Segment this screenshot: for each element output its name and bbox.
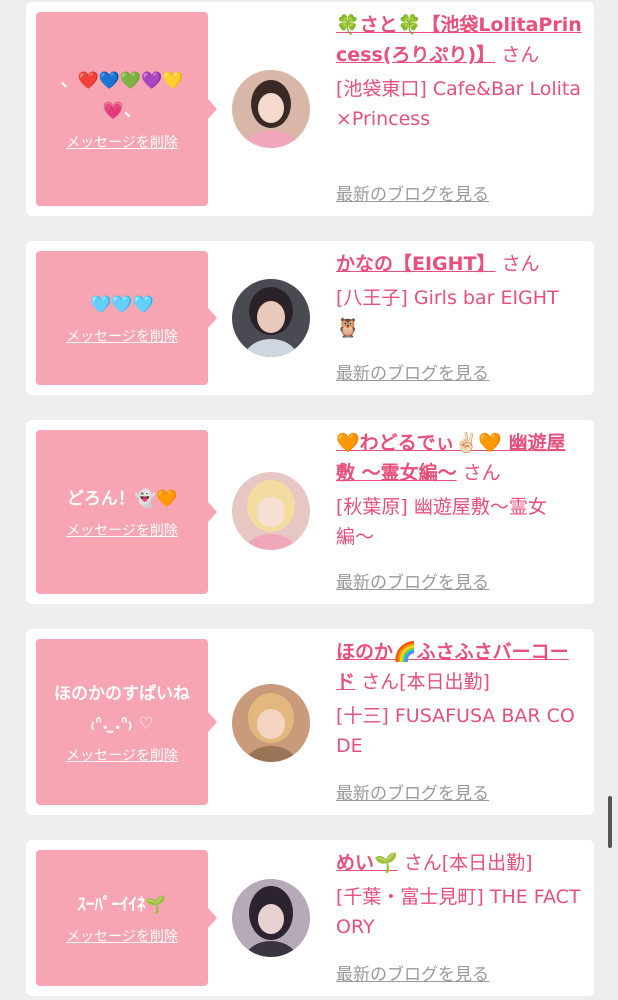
shop-info: [千葉・富士見町] THE FACTORY [336, 886, 581, 938]
message-text: 🩵🩵🩵 [90, 295, 154, 315]
latest-blog-link[interactable]: 最新のブログを見る [336, 568, 489, 593]
sender-name-line: 🧡わどるでぃ✌🏻🧡 幽遊屋敷 〜霊女編〜 さん [336, 428, 584, 488]
honorific: さん [462, 462, 501, 484]
delete-message-link[interactable]: メッセージを削除 [66, 132, 178, 152]
latest-blog-link[interactable]: 最新のブログを見る [336, 180, 489, 205]
sender-name-link[interactable]: 🍀さと🍀【池袋LolitaPrincess(ろりぷり)】 [336, 14, 582, 66]
avatar[interactable] [232, 684, 310, 762]
message-card: 、❤️💙💚💜💛💗、 メッセージを削除 🍀さと🍀【池袋LolitaPrincess… [26, 2, 594, 216]
sender-name-line: かなの【EIGHT】 さん [336, 249, 584, 279]
latest-blog-link[interactable]: 最新のブログを見る [336, 359, 489, 384]
sender-info: 🧡わどるでぃ✌🏻🧡 幽遊屋敷 〜霊女編〜 さん [秋葉原] 幽遊屋敷〜霊女編〜 [336, 428, 584, 552]
message-bubble: ほのかのすぱいね ₍ᐢ. ̫.ᐢ₎ ♡ メッセージを削除 [36, 639, 217, 805]
avatar[interactable] [232, 70, 310, 148]
avatar[interactable] [232, 472, 310, 550]
shop-info: [池袋東口] Cafe&Bar Lolita×Princess [336, 78, 582, 130]
scrollbar[interactable] [608, 796, 612, 848]
message-bubble: 、❤️💙💚💜💛💗、 メッセージを削除 [36, 12, 217, 206]
latest-blog-link[interactable]: 最新のブログを見る [336, 779, 489, 804]
sender-info: めい🌱 さん[本日出勤] [千葉・富士見町] THE FACTORY [336, 848, 584, 942]
avatar-photo [232, 472, 310, 550]
honorific: さん[本日出勤] [403, 852, 533, 874]
latest-blog-link[interactable]: 最新のブログを見る [336, 960, 489, 985]
message-card: どろん！👻🧡 メッセージを削除 🧡わどるでぃ✌🏻🧡 幽遊屋敷 〜霊女編〜 さん … [26, 420, 594, 604]
delete-message-link[interactable]: メッセージを削除 [66, 326, 178, 346]
message-text: ほのかのすぱいね ₍ᐢ. ̫.ᐢ₎ ♡ [54, 684, 190, 734]
message-text: 、❤️💙💚💜💛💗、 [60, 71, 184, 121]
message-card: 🩵🩵🩵 メッセージを削除 かなの【EIGHT】 さん [八王子] Girls b… [26, 241, 594, 395]
delete-message-link[interactable]: メッセージを削除 [66, 926, 178, 946]
honorific: さん[本日出勤] [361, 671, 490, 693]
sender-name-line: めい🌱 さん[本日出勤] [336, 848, 584, 878]
avatar[interactable] [232, 279, 310, 357]
message-card: ほのかのすぱいね ₍ᐢ. ̫.ᐢ₎ ♡ メッセージを削除 ほのか🌈ふさふさバーコ… [26, 629, 594, 815]
avatar-photo [232, 879, 310, 957]
honorific: さん [501, 253, 540, 275]
avatar-photo [232, 279, 310, 357]
message-card: ｽｰﾊﾟｰｲｲﾈ🌱 メッセージを削除 めい🌱 さん[本日出勤] [千葉・富士見町… [26, 840, 594, 996]
sender-name-link[interactable]: かなの【EIGHT】 [336, 253, 496, 275]
message-bubble: ｽｰﾊﾟｰｲｲﾈ🌱 メッセージを削除 [36, 850, 217, 986]
shop-info: [八王子] Girls bar EIGHT 🦉 [336, 287, 559, 339]
avatar[interactable] [232, 879, 310, 957]
honorific: さん [501, 44, 540, 66]
sender-info: かなの【EIGHT】 さん [八王子] Girls bar EIGHT 🦉 [336, 249, 584, 343]
avatar-photo [232, 70, 310, 148]
delete-message-link[interactable]: メッセージを削除 [66, 520, 178, 540]
sender-info: ほのか🌈ふさふさバーコード さん[本日出勤] [十三] FUSAFUSA BAR… [336, 637, 584, 761]
sender-info: 🍀さと🍀【池袋LolitaPrincess(ろりぷり)】 さん [池袋東口] C… [336, 10, 584, 134]
avatar-photo [232, 684, 310, 762]
sender-name-link[interactable]: めい🌱 [336, 852, 398, 874]
message-bubble: 🩵🩵🩵 メッセージを削除 [36, 251, 217, 385]
message-text: どろん！👻🧡 [66, 489, 178, 509]
sender-name-line: ほのか🌈ふさふさバーコード さん[本日出勤] [336, 637, 584, 697]
delete-message-link[interactable]: メッセージを削除 [66, 745, 178, 765]
shop-info: [秋葉原] 幽遊屋敷〜霊女編〜 [336, 496, 547, 548]
sender-name-link[interactable]: 🧡わどるでぃ✌🏻🧡 幽遊屋敷 〜霊女編〜 [336, 432, 566, 484]
shop-info: [十三] FUSAFUSA BAR CODE [336, 705, 575, 757]
message-text: ｽｰﾊﾟｰｲｲﾈ🌱 [77, 895, 167, 915]
sender-name-line: 🍀さと🍀【池袋LolitaPrincess(ろりぷり)】 さん [336, 10, 584, 70]
message-bubble: どろん！👻🧡 メッセージを削除 [36, 430, 217, 594]
